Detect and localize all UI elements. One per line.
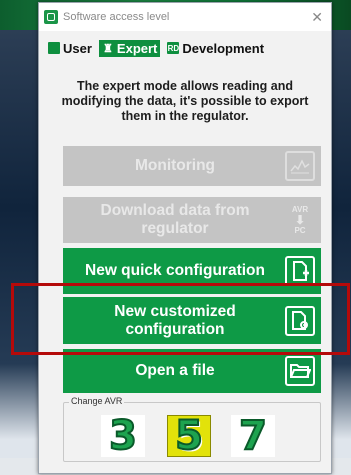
- avr-option-7[interactable]: 7: [231, 412, 275, 460]
- window-title: Software access level: [63, 11, 170, 23]
- development-icon: RD: [167, 42, 180, 54]
- monitoring-label: Monitoring: [134, 157, 216, 174]
- new-quick-configuration-button[interactable]: New quick configuration: [63, 248, 321, 294]
- download-data-label: Download data from regulator: [100, 202, 250, 237]
- open-folder-icon: [285, 356, 315, 386]
- expert-icon: ♜: [102, 42, 113, 55]
- new-quick-configuration-label: New quick configuration: [85, 262, 265, 279]
- change-avr-legend: Change AVR: [69, 396, 125, 406]
- new-customized-configuration-button[interactable]: New customized configuration: [63, 297, 321, 344]
- background-app-right: [330, 30, 351, 475]
- level-development-label: Development: [182, 40, 265, 56]
- open-file-label: Open a file: [135, 362, 215, 379]
- change-avr-group: Change AVR 3 5 7: [63, 396, 321, 462]
- app-icon: [44, 10, 58, 24]
- level-development[interactable]: RD Development: [164, 40, 267, 57]
- access-level-tabs: User ♜ Expert RD Development: [39, 31, 331, 59]
- level-expert[interactable]: ♜ Expert: [98, 39, 161, 57]
- settings-file-icon: [285, 305, 315, 336]
- avr-option-5[interactable]: 5: [167, 412, 211, 460]
- new-file-icon: [285, 256, 315, 286]
- open-file-button[interactable]: Open a file: [63, 349, 321, 393]
- background-app-left: [0, 30, 38, 475]
- pc-icon-text: PC: [294, 226, 306, 235]
- avr-option-3[interactable]: 3: [101, 412, 145, 460]
- close-icon[interactable]: ✕: [311, 10, 323, 24]
- title-bar: Software access level ✕: [39, 3, 331, 31]
- monitor-chart-icon: [285, 151, 315, 181]
- level-expert-label: Expert: [116, 40, 158, 56]
- avr-to-pc-icon: AVR ⬇ PC: [291, 205, 309, 235]
- mode-description: The expert mode allows reading and modif…: [61, 79, 309, 123]
- monitoring-button[interactable]: Monitoring: [63, 146, 321, 186]
- download-data-button[interactable]: Download data from regulator AVR ⬇ PC: [63, 197, 321, 243]
- user-icon: [48, 42, 60, 54]
- level-user[interactable]: User: [45, 40, 95, 57]
- new-customized-configuration-label: New customized configuration: [114, 302, 236, 338]
- level-user-label: User: [63, 40, 92, 56]
